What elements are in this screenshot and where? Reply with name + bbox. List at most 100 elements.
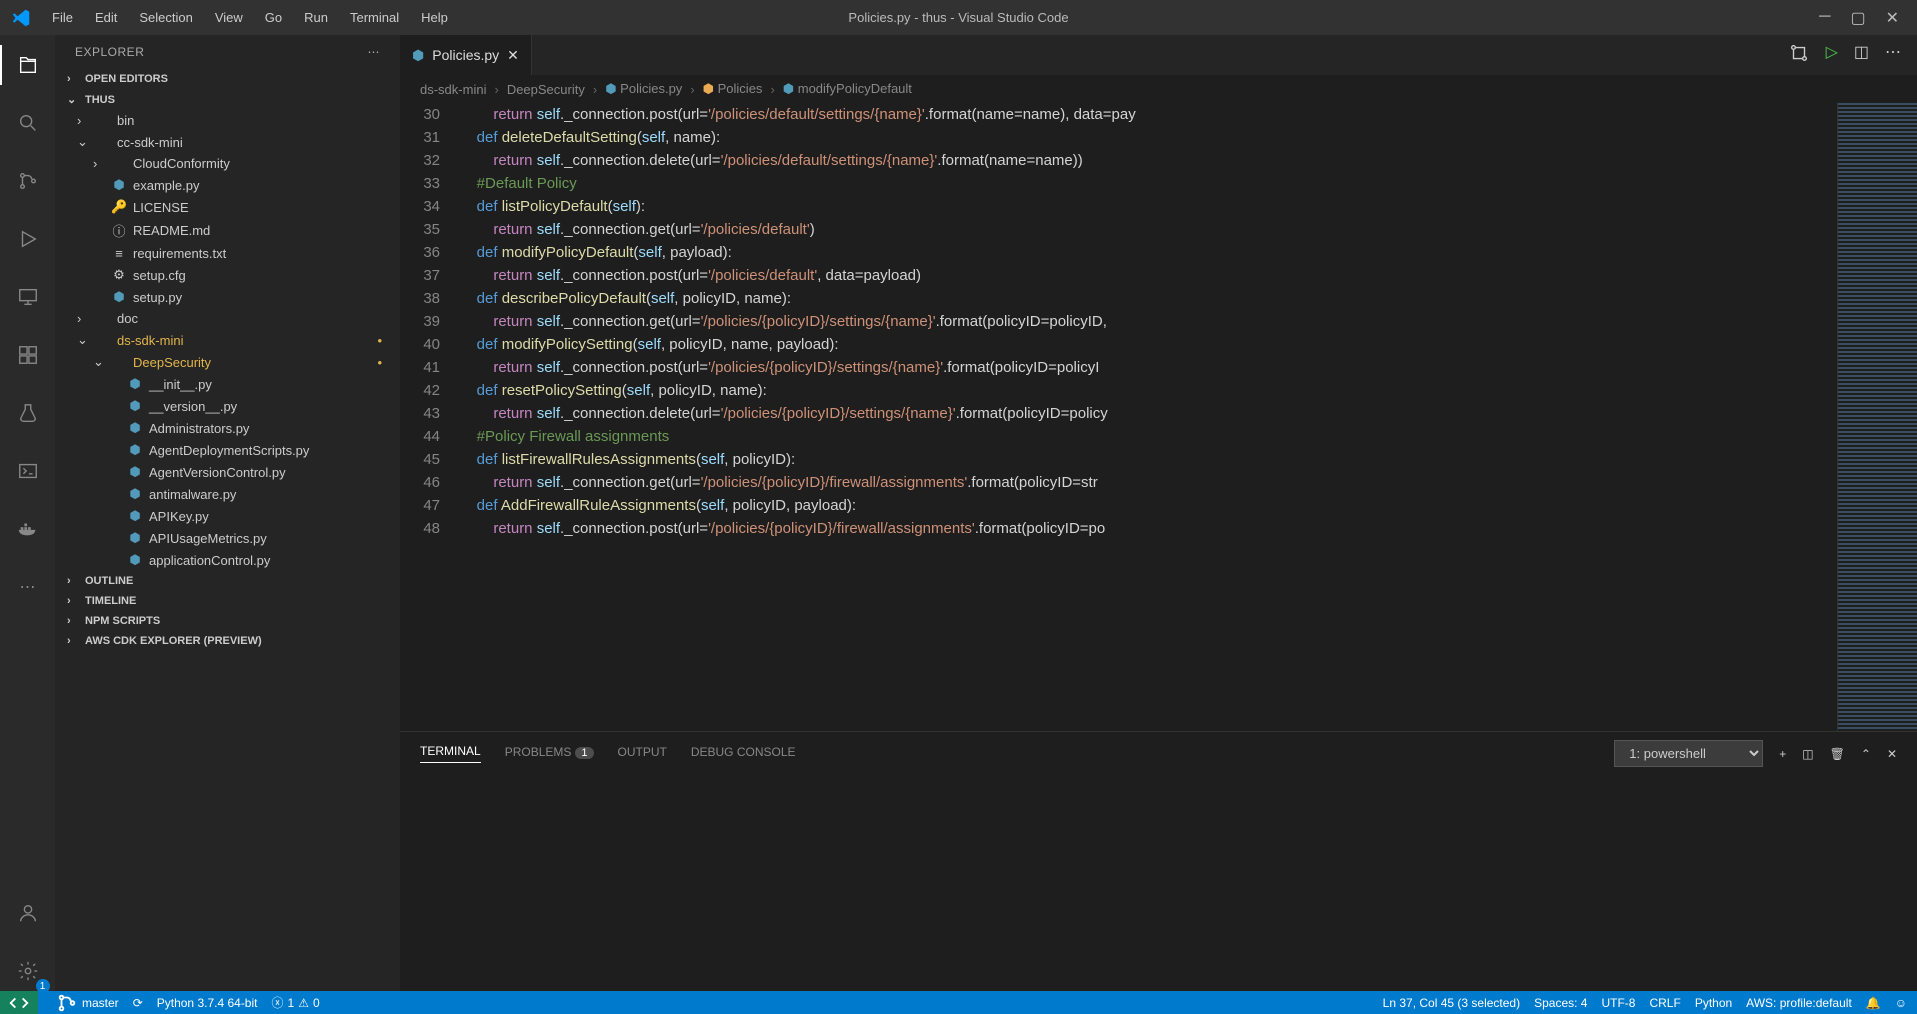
menu-help[interactable]: Help [411, 4, 458, 31]
remote-indicator[interactable] [0, 991, 38, 1014]
tree-item[interactable]: ⬢AgentDeploymentScripts.py [55, 439, 400, 461]
language-mode[interactable]: Python [1695, 996, 1732, 1010]
debug-console-tab[interactable]: DEBUG CONSOLE [691, 745, 796, 763]
tree-item[interactable]: ⬢APIKey.py [55, 505, 400, 527]
indent-status[interactable]: Spaces: 4 [1534, 996, 1587, 1010]
tree-item[interactable]: ⌄cc-sdk-mini [55, 131, 400, 153]
menu-go[interactable]: Go [255, 4, 292, 31]
breadcrumb-item[interactable]: DeepSecurity [507, 82, 585, 97]
tree-item[interactable]: 🔑LICENSE [55, 196, 400, 218]
run-file-icon[interactable]: ▷ [1826, 42, 1838, 69]
tree-item[interactable]: ⬢example.py [55, 174, 400, 196]
window-controls: ─ ▢ ✕ [1819, 8, 1909, 28]
menu-selection[interactable]: Selection [129, 4, 202, 31]
git-branch[interactable]: master [56, 992, 119, 1014]
tree-item[interactable]: ⌄DeepSecurity [55, 351, 400, 373]
aws-cdk-section[interactable]: ›AWS CDK EXPLORER (PREVIEW) [55, 631, 400, 651]
tab-close-icon[interactable]: ✕ [507, 47, 519, 64]
breadcrumb-item[interactable]: ⬢ Policies.py [605, 81, 682, 97]
terminal-tab[interactable]: TERMINAL [420, 744, 481, 763]
settings-gear-icon[interactable]: 1 [8, 951, 48, 991]
menu-terminal[interactable]: Terminal [340, 4, 409, 31]
sync-icon[interactable]: ⟳ [133, 996, 143, 1010]
tree-item[interactable]: ⬢APIUsageMetrics.py [55, 527, 400, 549]
menu-file[interactable]: File [42, 4, 83, 31]
close-panel-icon[interactable]: ✕ [1887, 747, 1897, 761]
statusbar: master ⟳ Python 3.7.4 64-bit ⓧ 1 ⚠ 0 Ln … [0, 991, 1917, 1014]
close-icon[interactable]: ✕ [1886, 8, 1899, 28]
python-interpreter[interactable]: Python 3.7.4 64-bit [157, 996, 258, 1010]
eol-status[interactable]: CRLF [1649, 996, 1680, 1010]
minimap[interactable] [1837, 103, 1917, 731]
extensions-icon[interactable] [8, 335, 48, 375]
cursor-position[interactable]: Ln 37, Col 45 (3 selected) [1383, 996, 1520, 1010]
more-actions-icon[interactable]: ⋯ [1885, 42, 1901, 69]
tree-item[interactable]: ⬢setup.py [55, 286, 400, 308]
notifications-icon[interactable]: 🔔 [1866, 996, 1881, 1010]
line-gutter: 30313233343536373839404142434445464748 [400, 103, 460, 731]
tree-item[interactable]: ⬢__version__.py [55, 395, 400, 417]
explorer-sidebar: EXPLORER ⋯ ›OPEN EDITORS ⌄THUS ›bin⌄cc-s… [55, 35, 400, 991]
problems-status[interactable]: ⓧ 1 ⚠ 0 [271, 994, 319, 1011]
tree-item[interactable]: ⓘREADME.md [55, 218, 400, 243]
explorer-icon[interactable] [8, 45, 48, 85]
code-content[interactable]: return self._connection.post(url='/polic… [460, 103, 1837, 731]
tab-policies[interactable]: ⬢ Policies.py ✕ [400, 35, 532, 75]
menu-run[interactable]: Run [294, 4, 338, 31]
aws-profile[interactable]: AWS: profile:default [1746, 996, 1852, 1010]
account-icon[interactable] [8, 893, 48, 933]
editor: ⬢ Policies.py ✕ ▷ ◫ ⋯ ds-sdk-mini›DeepSe… [400, 35, 1917, 991]
workspace-section[interactable]: ⌄THUS [55, 89, 400, 110]
feedback-icon[interactable]: ☺ [1895, 996, 1907, 1010]
tree-item[interactable]: ⬢antimalware.py [55, 483, 400, 505]
minimize-icon[interactable]: ─ [1819, 8, 1830, 28]
maximize-panel-icon[interactable]: ⌃ [1861, 747, 1871, 761]
python-file-icon: ⬢ [412, 47, 424, 64]
new-terminal-icon[interactable]: + [1779, 747, 1786, 761]
test-icon[interactable] [8, 393, 48, 433]
tree-item[interactable]: ≡requirements.txt [55, 243, 400, 264]
outline-section[interactable]: ›OUTLINE [55, 571, 400, 591]
docker-icon[interactable] [8, 509, 48, 549]
encoding-status[interactable]: UTF-8 [1601, 996, 1635, 1010]
tree-item[interactable]: ›doc [55, 308, 400, 329]
search-icon[interactable] [8, 103, 48, 143]
maximize-icon[interactable]: ▢ [1850, 8, 1865, 28]
problems-tab[interactable]: PROBLEMS1 [505, 745, 594, 763]
tree-item[interactable]: ⬢__init__.py [55, 373, 400, 395]
breadcrumbs[interactable]: ds-sdk-mini›DeepSecurity›⬢ Policies.py›⬢… [400, 75, 1917, 103]
run-debug-icon[interactable] [8, 219, 48, 259]
breadcrumb-item[interactable]: ⬢ modifyPolicyDefault [783, 81, 912, 97]
breadcrumb-item[interactable]: ds-sdk-mini [420, 82, 486, 97]
vscode-icon [8, 5, 34, 31]
activity-bar: ⋯ 1 [0, 35, 55, 991]
terminal-selector[interactable]: 1: powershell [1614, 740, 1763, 767]
remote-explorer-icon[interactable] [8, 277, 48, 317]
editor-tabs: ⬢ Policies.py ✕ ▷ ◫ ⋯ [400, 35, 1917, 75]
bottom-panel: TERMINAL PROBLEMS1 OUTPUT DEBUG CONSOLE … [400, 731, 1917, 991]
output-tab[interactable]: OUTPUT [618, 745, 667, 763]
source-control-icon[interactable] [8, 161, 48, 201]
console-icon[interactable] [8, 451, 48, 491]
tree-item[interactable]: ›bin [55, 110, 400, 131]
tree-item[interactable]: ⬢Administrators.py [55, 417, 400, 439]
tree-item[interactable]: ⬢applicationControl.py [55, 549, 400, 571]
menu-view[interactable]: View [205, 4, 253, 31]
sidebar-more-icon[interactable]: ⋯ [368, 45, 381, 59]
more-icon[interactable]: ⋯ [8, 567, 48, 607]
split-terminal-icon[interactable]: ◫ [1802, 747, 1813, 761]
timeline-section[interactable]: ›TIMELINE [55, 591, 400, 611]
split-editor-icon[interactable]: ◫ [1854, 42, 1869, 69]
tree-item[interactable]: ›CloudConformity [55, 153, 400, 174]
menu-edit[interactable]: Edit [85, 4, 127, 31]
menu-bar: FileEditSelectionViewGoRunTerminalHelp [42, 4, 458, 31]
tree-item[interactable]: ⌄ds-sdk-mini [55, 329, 400, 351]
open-editors-section[interactable]: ›OPEN EDITORS [55, 69, 400, 89]
compare-changes-icon[interactable] [1788, 42, 1810, 69]
window-title: Policies.py - thus - Visual Studio Code [848, 10, 1068, 25]
npm-scripts-section[interactable]: ›NPM SCRIPTS [55, 611, 400, 631]
tree-item[interactable]: ⬢AgentVersionControl.py [55, 461, 400, 483]
breadcrumb-item[interactable]: ⬢ Policies [703, 81, 763, 97]
tree-item[interactable]: ⚙setup.cfg [55, 264, 400, 286]
kill-terminal-icon[interactable]: 🗑 [1830, 747, 1845, 761]
